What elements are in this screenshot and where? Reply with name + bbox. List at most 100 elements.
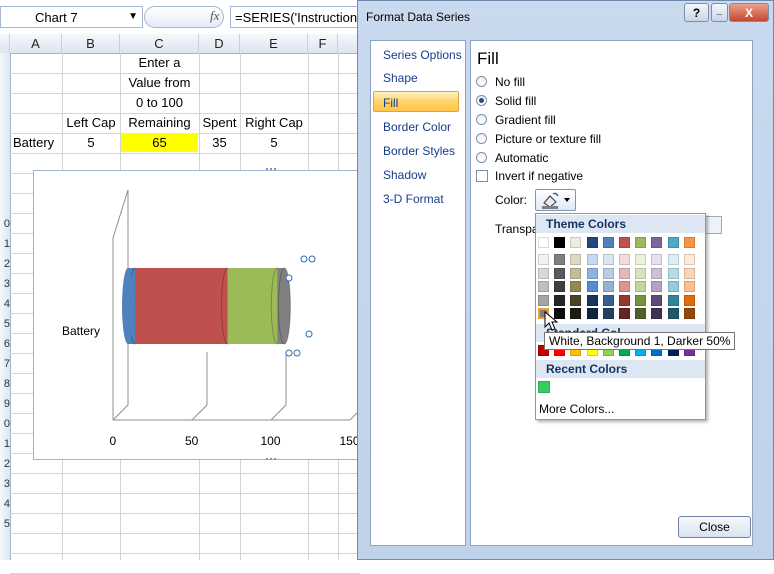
theme-color-swatch[interactable]: [683, 237, 695, 248]
radio-no-fill[interactable]: [476, 76, 487, 87]
x-tick-label: 50: [185, 434, 199, 448]
value-gridlines: [191, 352, 366, 421]
theme-shade-swatch[interactable]: [667, 254, 679, 265]
color-label: Color:: [495, 193, 528, 207]
theme-shade-swatch[interactable]: [667, 308, 679, 319]
theme-shade-swatch[interactable]: [619, 281, 630, 292]
theme-shade-swatch[interactable]: [651, 254, 663, 265]
close-button[interactable]: Close: [678, 516, 751, 538]
help-button[interactable]: ?: [684, 3, 709, 22]
theme-color-swatch[interactable]: [538, 237, 549, 248]
theme-color-swatch[interactable]: [619, 237, 630, 248]
theme-shade-swatch[interactable]: [570, 254, 582, 265]
theme-color-swatch[interactable]: [570, 237, 582, 248]
theme-shade-swatch[interactable]: [602, 308, 614, 319]
theme-shade-swatch[interactable]: [586, 254, 598, 265]
theme-shade-swatch[interactable]: [651, 267, 663, 279]
theme-shade-swatch[interactable]: [635, 308, 647, 319]
nav-item-fill[interactable]: Fill: [383, 96, 398, 110]
radio-solid-fill[interactable]: [476, 95, 487, 106]
more-colors-link[interactable]: More Colors...: [539, 402, 614, 416]
theme-shade-swatch[interactable]: [554, 294, 566, 306]
invert-if-negative-label[interactable]: Invert if negative: [495, 169, 583, 183]
selection-handles[interactable]: [283, 252, 319, 362]
theme-shade-swatch[interactable]: [538, 281, 549, 292]
theme-shade-swatch[interactable]: [602, 267, 614, 279]
radio-automatic[interactable]: [476, 152, 487, 163]
value-gridline: [270, 352, 287, 421]
theme-shade-swatch[interactable]: [570, 281, 582, 292]
nav-item-border-styles[interactable]: Border Styles: [383, 144, 455, 158]
theme-color-swatch[interactable]: [635, 237, 647, 248]
cylinder-segment: [227, 267, 284, 345]
theme-color-swatch[interactable]: [586, 237, 598, 248]
theme-color-swatch[interactable]: [651, 237, 663, 248]
dialog-title: Format Data Series: [366, 10, 471, 24]
dialog-nav: [370, 40, 466, 546]
radio-picture-or-texture-fill[interactable]: [476, 133, 487, 144]
theme-shade-swatch[interactable]: [683, 294, 695, 306]
theme-shade-swatch[interactable]: [619, 294, 630, 306]
theme-shade-swatch[interactable]: [586, 281, 598, 292]
theme-shade-swatch[interactable]: [683, 281, 695, 292]
theme-shade-swatch[interactable]: [651, 308, 663, 319]
transparency-spinner[interactable]: [705, 216, 722, 234]
panel-title: Fill: [477, 49, 499, 68]
recent-color-swatch[interactable]: [538, 381, 550, 393]
theme-shade-swatch[interactable]: [570, 308, 582, 319]
nav-item-shape[interactable]: Shape: [383, 71, 418, 85]
theme-shade-swatch[interactable]: [586, 308, 598, 319]
x-tick-label: 100: [260, 434, 281, 448]
theme-shade-swatch[interactable]: [635, 267, 647, 279]
nav-item-shadow[interactable]: Shadow: [383, 168, 426, 182]
theme-shade-swatch[interactable]: [554, 254, 566, 265]
radio-label[interactable]: Automatic: [495, 151, 548, 165]
color-tooltip: White, Background 1, Darker 50%: [544, 332, 736, 350]
theme-shade-swatch[interactable]: [538, 254, 549, 265]
radio-label[interactable]: Solid fill: [495, 94, 536, 108]
theme-shade-swatch[interactable]: [619, 308, 630, 319]
radio-label[interactable]: Gradient fill: [495, 113, 556, 127]
theme-colors-header: Theme Colors: [536, 215, 705, 233]
theme-shade-swatch[interactable]: [635, 254, 647, 265]
theme-shade-swatch[interactable]: [554, 267, 566, 279]
theme-shade-swatch[interactable]: [635, 294, 647, 306]
theme-shade-swatch[interactable]: [586, 267, 598, 279]
theme-shade-swatch[interactable]: [602, 254, 614, 265]
theme-shade-swatch[interactable]: [570, 267, 582, 279]
nav-item-border-color[interactable]: Border Color: [383, 120, 451, 134]
theme-shade-swatch[interactable]: [538, 267, 549, 279]
theme-shade-swatch[interactable]: [619, 267, 630, 279]
theme-color-swatch[interactable]: [554, 237, 566, 248]
nav-item-3-d-format[interactable]: 3-D Format: [383, 192, 444, 206]
theme-shade-swatch[interactable]: [602, 294, 614, 306]
minimize-button[interactable]: _: [711, 3, 728, 22]
theme-shade-swatch[interactable]: [602, 281, 614, 292]
theme-shade-swatch[interactable]: [667, 294, 679, 306]
theme-shade-swatch[interactable]: [619, 254, 630, 265]
close-x-button[interactable]: X: [729, 3, 769, 22]
theme-shade-swatch[interactable]: [667, 267, 679, 279]
side-wall-top: [112, 189, 129, 239]
theme-shade-swatch[interactable]: [554, 281, 566, 292]
radio-gradient-fill[interactable]: [476, 114, 487, 125]
theme-color-swatch[interactable]: [602, 237, 614, 248]
theme-shade-swatch[interactable]: [570, 294, 582, 306]
theme-shade-swatch[interactable]: [651, 294, 663, 306]
theme-color-swatch[interactable]: [667, 237, 679, 248]
nav-item-series-options[interactable]: Series Options: [383, 48, 462, 62]
theme-shade-swatch[interactable]: [683, 254, 695, 265]
mouse-cursor-icon: [544, 310, 559, 331]
cylinder-segment: [135, 267, 235, 345]
theme-shade-swatch[interactable]: [683, 308, 695, 319]
theme-shade-swatch[interactable]: [635, 281, 647, 292]
theme-shade-swatch[interactable]: [651, 281, 663, 292]
radio-label[interactable]: No fill: [495, 75, 525, 89]
radio-label[interactable]: Picture or texture fill: [495, 132, 601, 146]
theme-shade-swatch[interactable]: [683, 267, 695, 279]
invert-if-negative-checkbox[interactable]: [476, 170, 488, 182]
theme-shade-swatch[interactable]: [667, 281, 679, 292]
theme-shade-swatch[interactable]: [538, 294, 549, 306]
theme-shade-swatch[interactable]: [586, 294, 598, 306]
color-picker-button[interactable]: [535, 189, 576, 211]
